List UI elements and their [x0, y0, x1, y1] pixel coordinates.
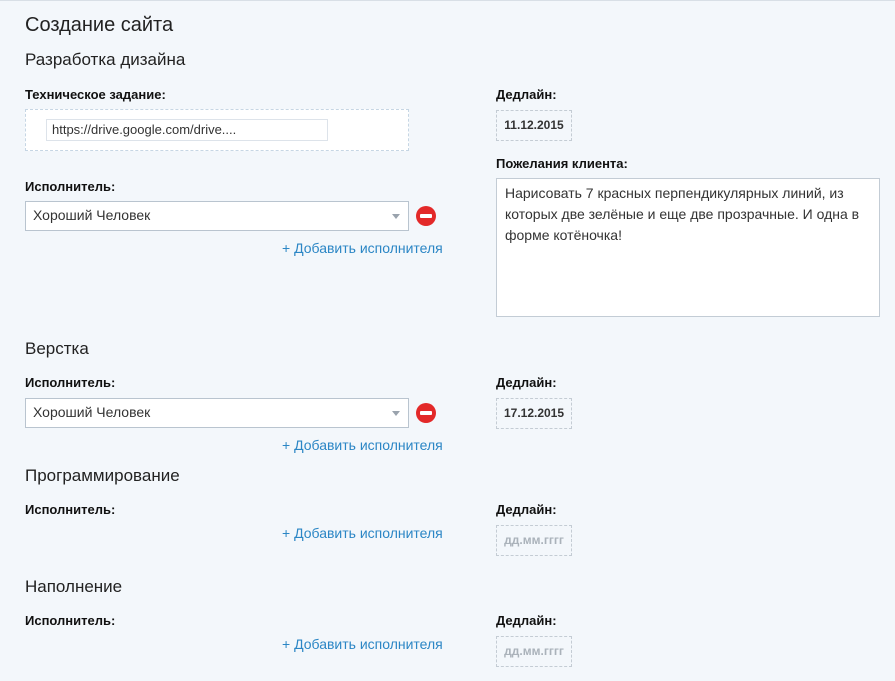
section-title-content: Наполнение — [25, 577, 123, 596]
section-title-programming: Программирование — [25, 466, 180, 485]
add-executor-link-design[interactable]: + Добавить исполнителя — [282, 240, 443, 256]
add-executor-link-programming[interactable]: + Добавить исполнителя — [282, 525, 443, 541]
executor-select-layout[interactable]: Хороший Человек — [25, 398, 409, 428]
deadline-label-layout: Дедлайн: — [496, 375, 557, 390]
executor-label-content: Исполнитель: — [25, 613, 116, 628]
add-executor-link-layout[interactable]: + Добавить исполнителя — [282, 437, 443, 453]
executor-select-design[interactable]: Хороший Человек — [25, 201, 409, 231]
top-divider — [0, 0, 895, 1]
deadline-field-programming[interactable]: дд.мм.гггг — [496, 525, 572, 556]
page-title: Создание сайта — [25, 14, 174, 36]
deadline-field-layout[interactable]: 17.12.2015 — [496, 398, 572, 429]
minus-circle-icon — [420, 411, 432, 415]
executor-select-value: Хороший Человек — [33, 404, 151, 420]
remove-executor-button-layout[interactable] — [416, 403, 436, 423]
wishes-textarea[interactable]: Нарисовать 7 красных перпендикулярных ли… — [496, 178, 880, 317]
minus-circle-icon — [420, 214, 432, 218]
remove-executor-button-design[interactable] — [416, 206, 436, 226]
executor-label-design: Исполнитель: — [25, 179, 116, 194]
executor-label-layout: Исполнитель: — [25, 375, 116, 390]
deadline-label-content: Дедлайн: — [496, 613, 557, 628]
chevron-down-icon — [392, 411, 400, 416]
deadline-label-programming: Дедлайн: — [496, 502, 557, 517]
spec-link-field[interactable]: https://drive.google.com/drive.... — [46, 119, 328, 141]
wishes-label: Пожелания клиента: — [496, 156, 628, 171]
section-title-layout: Верстка — [25, 339, 89, 358]
spec-dropzone[interactable]: https://drive.google.com/drive.... — [25, 109, 409, 151]
executor-select-value: Хороший Человек — [33, 207, 151, 223]
deadline-field-design[interactable]: 11.12.2015 — [496, 110, 572, 141]
spec-label: Техническое задание: — [25, 87, 166, 102]
deadline-field-content[interactable]: дд.мм.гггг — [496, 636, 572, 667]
executor-label-programming: Исполнитель: — [25, 502, 116, 517]
add-executor-link-content[interactable]: + Добавить исполнителя — [282, 636, 443, 652]
deadline-label-design: Дедлайн: — [496, 87, 557, 102]
chevron-down-icon — [392, 214, 400, 219]
section-title-design: Разработка дизайна — [25, 50, 186, 69]
